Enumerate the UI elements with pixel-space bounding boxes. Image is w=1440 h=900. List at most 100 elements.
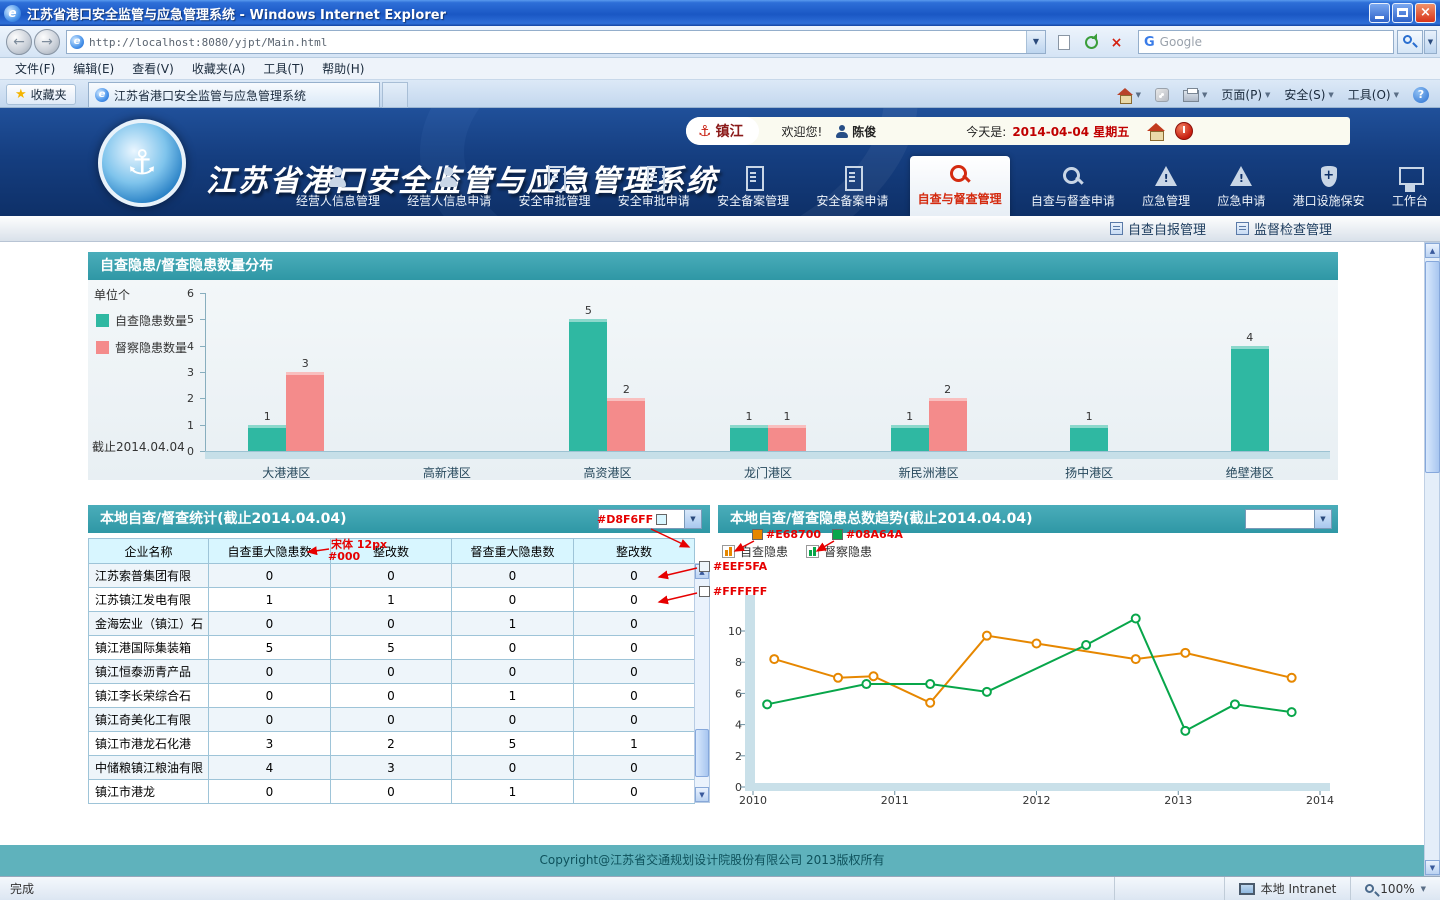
refresh-button[interactable] — [1080, 30, 1103, 54]
menu-item[interactable]: 帮助(H) — [313, 58, 373, 79]
table-row[interactable]: 金海宏业（镇江）石0010 — [89, 612, 695, 636]
feeds-button[interactable] — [1148, 84, 1176, 106]
chevron-down-icon[interactable]: ▼ — [684, 510, 701, 528]
scroll-up-button[interactable]: ▲ — [695, 564, 709, 579]
panel-title: 自查隐患/督查隐患数量分布 — [100, 258, 273, 274]
nav-item[interactable]: 安全备案管理 — [711, 160, 795, 216]
y-tick-label: 3 — [187, 366, 194, 379]
table-row[interactable]: 镇江港国际集装箱5500 — [89, 636, 695, 660]
nav-item[interactable]: 应急申请 — [1211, 160, 1271, 216]
table-row[interactable]: 江苏镇江发电有限1100 — [89, 588, 695, 612]
nav-item[interactable]: 安全备案申请 — [810, 160, 894, 216]
google-logo-icon: G — [1144, 35, 1155, 50]
tab-favicon: e — [95, 88, 109, 102]
nav-item[interactable]: 自查与督查申请 — [1025, 160, 1121, 216]
table-row[interactable]: 镇江李长荣综合石0010 — [89, 684, 695, 708]
bar[interactable]: 2 — [929, 398, 967, 451]
minimize-button[interactable] — [1369, 3, 1390, 23]
search-placeholder[interactable]: Google — [1160, 35, 1393, 49]
logout-icon[interactable] — [1175, 122, 1193, 140]
menu-item[interactable]: 查看(V) — [123, 58, 183, 79]
region-selector[interactable]: ⚓ 镇江 — [686, 117, 759, 145]
stop-button[interactable]: × — [1105, 30, 1128, 54]
table-row[interactable]: 镇江恒泰沥青产品0000 — [89, 660, 695, 684]
table-row[interactable]: 中储粮镇江粮油有限4300 — [89, 756, 695, 780]
toolbar-button[interactable]: 工具(O)▼ — [1341, 84, 1406, 106]
table-scrollbar[interactable]: ▲ ▼ — [694, 563, 710, 803]
maximize-button[interactable] — [1392, 3, 1413, 23]
sub-menu-bar: 自查自报管理 监督检查管理 — [0, 216, 1440, 242]
scrollbar-thumb[interactable] — [695, 729, 709, 777]
bar[interactable]: 2 — [607, 398, 645, 451]
category-label: 高资港区 — [527, 464, 688, 481]
search-box[interactable]: G Google — [1138, 30, 1394, 54]
bar-group: 1 — [1009, 293, 1170, 451]
nav-item[interactable]: 经营人信息申请 — [401, 160, 497, 216]
trend-filter-dropdown[interactable]: ▼ — [1245, 509, 1332, 529]
bar[interactable]: 1 — [1070, 425, 1108, 451]
table-row[interactable]: 镇江市港龙石化港3251 — [89, 732, 695, 756]
address-bar[interactable]: e http://localhost:8080/yjpt/Main.html ▼ — [66, 30, 1046, 54]
y-tick-label: 2 — [187, 392, 194, 405]
bar[interactable]: 1 — [891, 425, 929, 451]
nav-item[interactable]: 安全审批申请 — [612, 160, 696, 216]
submenu-item[interactable]: 监督检查管理 — [1236, 219, 1332, 238]
nav-item[interactable]: 自查与督查管理 — [910, 156, 1010, 216]
menu-item[interactable]: 文件(F) — [6, 58, 64, 79]
nav-item[interactable]: 经营人信息管理 — [290, 160, 386, 216]
value-cell: 3 — [209, 732, 331, 756]
zoom-control[interactable]: 100% ▼ — [1350, 877, 1440, 900]
bar[interactable]: 1 — [248, 425, 286, 451]
scroll-down-button[interactable]: ▼ — [1425, 860, 1440, 875]
favorites-button[interactable]: ★ 收藏夹 — [6, 84, 76, 105]
value-cell: 0 — [209, 660, 331, 684]
page-scrollbar[interactable]: ▲ ▼ — [1424, 242, 1440, 876]
menu-item[interactable]: 收藏夹(A) — [183, 58, 255, 79]
value-cell: 3 — [331, 756, 452, 780]
bar[interactable]: 4 — [1231, 346, 1269, 451]
bar[interactable]: 3 — [286, 372, 324, 451]
back-button[interactable]: ← — [6, 29, 32, 55]
nav-item[interactable]: 安全审批管理 — [513, 160, 597, 216]
intranet-icon — [1239, 883, 1255, 895]
toolbar-button[interactable]: 页面(P)▼ — [1214, 84, 1277, 106]
bar[interactable]: 1 — [768, 425, 806, 451]
forward-button[interactable]: → — [34, 29, 60, 55]
nav-item[interactable]: 工作台 — [1386, 160, 1434, 216]
nav-item[interactable]: 港口设施保安 — [1287, 160, 1371, 216]
bars: 11 — [688, 293, 849, 451]
home-shortcut-icon[interactable] — [1147, 123, 1165, 139]
search-dropdown-button[interactable]: ▼ — [1424, 30, 1437, 54]
toolbar-button[interactable]: 安全(S)▼ — [1277, 84, 1340, 106]
close-button[interactable]: × — [1415, 3, 1436, 23]
chevron-down-icon[interactable]: ▼ — [1314, 510, 1331, 528]
browser-tab[interactable]: e 江苏省港口安全监管与应急管理系统 — [88, 82, 380, 108]
compatibility-view-button[interactable] — [1052, 30, 1075, 54]
submenu-item[interactable]: 自查自报管理 — [1110, 219, 1206, 238]
home-button[interactable]: ▼ — [1110, 84, 1148, 106]
table-row[interactable]: 江苏索普集团有限0000 — [89, 564, 695, 588]
new-tab-stub[interactable] — [382, 82, 408, 108]
url-text[interactable]: http://localhost:8080/yjpt/Main.html — [89, 36, 1026, 49]
address-dropdown-button[interactable]: ▼ — [1026, 31, 1045, 53]
scroll-down-button[interactable]: ▼ — [695, 787, 709, 802]
nav-item[interactable]: 应急管理 — [1136, 160, 1196, 216]
tab-bar: ★ 收藏夹 e 江苏省港口安全监管与应急管理系统 ▼ ▼ 页面(P)▼安全(S)… — [0, 80, 1440, 108]
scroll-up-button[interactable]: ▲ — [1425, 243, 1440, 258]
stats-filter-dropdown[interactable]: ▼ — [598, 509, 702, 529]
print-button[interactable]: ▼ — [1176, 84, 1214, 106]
help-button[interactable]: ? — [1406, 84, 1436, 106]
menu-item[interactable]: 编辑(E) — [64, 58, 123, 79]
feed-icon — [1155, 88, 1169, 102]
bar-chart-panel: 自查隐患/督查隐患数量分布 单位个 自查隐患数量督察隐患数量 截止2014.04… — [88, 252, 1338, 480]
table-row[interactable]: 镇江奇美化工有限0000 — [89, 708, 695, 732]
security-zone[interactable]: 本地 Intranet — [1224, 877, 1351, 900]
value-cell: 0 — [209, 708, 331, 732]
menu-item[interactable]: 工具(T) — [254, 58, 313, 79]
search-button[interactable] — [1397, 30, 1423, 54]
value-cell: 0 — [574, 636, 695, 660]
trend-chart-legend: 自查隐患督察隐患 — [722, 543, 872, 560]
bar[interactable]: 1 — [730, 425, 768, 451]
table-row[interactable]: 镇江市港龙0010 — [89, 780, 695, 804]
scrollbar-thumb[interactable] — [1425, 261, 1440, 473]
